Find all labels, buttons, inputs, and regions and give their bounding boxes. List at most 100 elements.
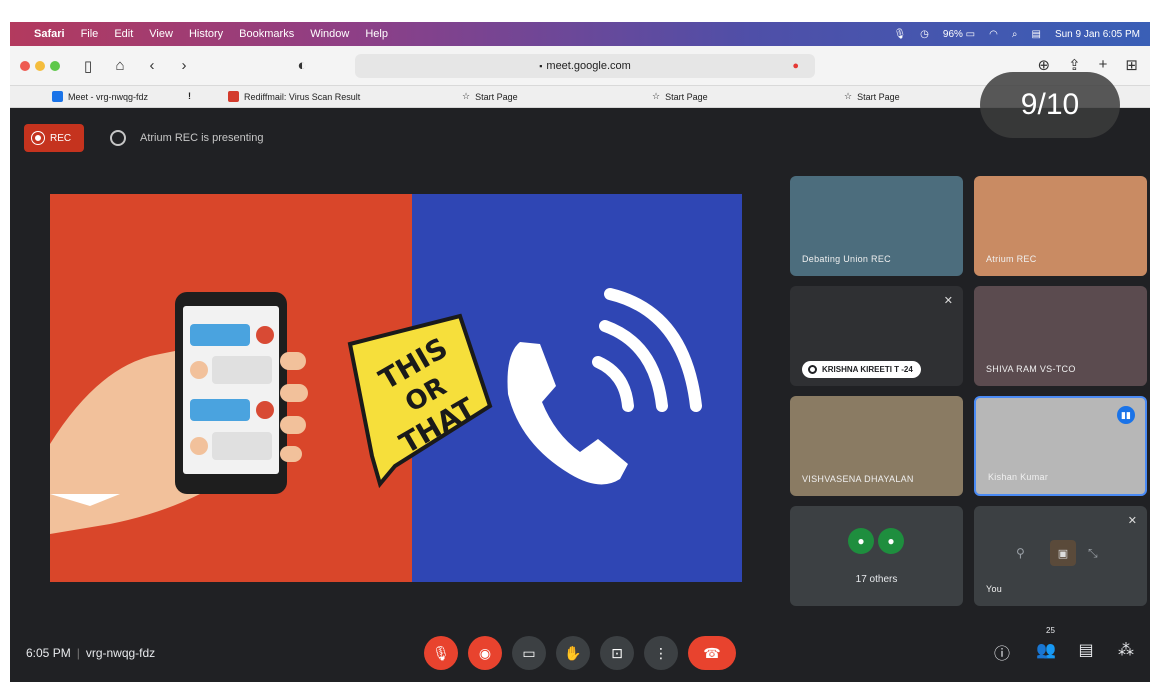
minimize-window-button[interactable] <box>35 60 45 71</box>
lock-icon: ▪ <box>539 61 543 71</box>
activities-button[interactable]: ⁂ <box>1114 640 1138 660</box>
presentation-stage: THIS OR THAT <box>50 194 742 582</box>
meeting-details-button[interactable]: ⓘ <box>990 640 1014 664</box>
meeting-time: 6:05 PM <box>26 646 71 660</box>
bookmark-start-page-3[interactable]: ☆ Start Page <box>844 91 900 102</box>
address-bar[interactable]: ▪ meet.google.com ● <box>355 54 815 78</box>
participant-name-badge: KRISHNA KIREETI T -24 <box>802 361 921 378</box>
spotlight-icon[interactable]: ⌕ <box>1012 29 1018 40</box>
chat-icon: ▤ <box>1078 642 1094 659</box>
menubar-status-area: 🎙 ◷ 96% ▭ ◠ ⌕ ▤ Sun 9 Jan 6:05 PM <box>893 29 1140 40</box>
menu-history[interactable]: History <box>189 28 223 40</box>
chat-bubble <box>190 399 250 421</box>
bookmark-rediffmail[interactable]: Rediffmail: Virus Scan Result <box>228 91 360 102</box>
address-url: meet.google.com <box>546 60 631 72</box>
others-avatar-icon: ● <box>848 528 874 554</box>
bookmark-label: Start Page <box>665 91 708 102</box>
mic-muted-icon: ✕ <box>943 295 953 307</box>
bookmark-label: Start Page <box>857 91 900 102</box>
more-options-button[interactable]: ⋮ <box>644 636 678 670</box>
sidebar-icon[interactable]: ▯ <box>79 57 97 75</box>
page-counter: 9/10 <box>980 72 1120 138</box>
menu-safari[interactable]: Safari <box>34 28 65 40</box>
browser-toolbar: ▯ ⌂ ‹ › ◐ ▪ meet.google.com ● ⊕ ⇪ + ⊞ <box>10 46 1150 86</box>
self-tile[interactable]: ✕ ⚲ ▣ ⤡ You <box>974 506 1147 606</box>
activities-icon: ⁂ <box>1118 642 1134 659</box>
control-center-icon[interactable]: ▤ <box>1031 29 1040 40</box>
meeting-info: 6:05 PM | vrg-nwqg-fdz <box>26 646 156 660</box>
mic-off-icon: 🎙 <box>432 644 450 661</box>
finger <box>280 416 306 434</box>
chat-bubble <box>212 432 272 460</box>
camera-toggle-button[interactable]: ◉ <box>468 636 502 670</box>
bookmark-start-page-1[interactable]: ☆ Start Page <box>462 91 518 102</box>
home-icon[interactable]: ⌂ <box>111 57 129 74</box>
chat-button[interactable]: ▤ <box>1074 640 1098 660</box>
finger <box>280 352 306 370</box>
rediffmail-favicon-icon <box>228 91 239 102</box>
star-icon: ☆ <box>462 91 471 101</box>
new-tab-icon[interactable]: + <box>1099 56 1108 74</box>
participant-tile[interactable]: VISHVASENA DHAYALAN <box>790 396 963 496</box>
bookmark-meet[interactable]: Meet - vrg-nwqg-fdz <box>52 91 148 102</box>
zoom-window-button[interactable] <box>50 60 60 71</box>
others-avatar-icon: ● <box>878 528 904 554</box>
meeting-code[interactable]: vrg-nwqg-fdz <box>86 646 155 660</box>
speaking-indicator-icon: ▮▮ <box>1117 406 1135 424</box>
participant-name: Kishan Kumar <box>988 472 1049 482</box>
end-call-icon: ☎ <box>703 644 721 661</box>
captions-icon: ▭ <box>522 644 536 661</box>
tab-alert-icon: ! <box>188 91 191 101</box>
menubar-datetime[interactable]: Sun 9 Jan 6:05 PM <box>1055 29 1140 40</box>
menu-help[interactable]: Help <box>365 28 388 40</box>
participants-count-badge: 25 <box>1046 626 1055 635</box>
participant-name: Atrium REC <box>986 254 1037 264</box>
menu-view[interactable]: View <box>149 28 173 40</box>
signal-wave-icon <box>592 356 634 412</box>
participant-name: VISHVASENA DHAYALAN <box>802 474 914 484</box>
chat-bubble <box>190 324 250 346</box>
menu-file[interactable]: File <box>81 28 99 40</box>
microphone-recording-icon[interactable]: ● <box>792 60 799 72</box>
finger <box>280 446 302 462</box>
participant-tile[interactable]: Atrium REC <box>974 176 1147 276</box>
participant-name: SHIVA RAM VS-TCO <box>986 364 1076 374</box>
participant-tile[interactable]: SHIVA RAM VS-TCO <box>974 286 1147 386</box>
menu-window[interactable]: Window <box>310 28 349 40</box>
microphone-icon[interactable]: 🎙 <box>893 29 906 40</box>
people-button[interactable]: 👥 <box>1034 640 1058 660</box>
wifi-icon[interactable]: ◠ <box>989 29 998 40</box>
recording-indicator[interactable]: REC <box>24 124 84 152</box>
info-icon: ⓘ <box>993 646 1010 663</box>
minimize-icon[interactable]: ⤡ <box>1088 546 1098 561</box>
back-icon[interactable]: ‹ <box>143 57 161 74</box>
privacy-shield-icon[interactable]: ◐ <box>293 57 311 74</box>
end-call-button[interactable]: ☎ <box>688 636 736 670</box>
chat-bubble <box>212 356 272 384</box>
participant-tile[interactable]: Debating Union REC <box>790 176 963 276</box>
participant-tile[interactable]: ✕ KRISHNA KIREETI T -24 <box>790 286 963 386</box>
raise-hand-button[interactable]: ✋ <box>556 636 590 670</box>
captions-button[interactable]: ▭ <box>512 636 546 670</box>
close-window-button[interactable] <box>20 60 30 71</box>
clock-icon[interactable]: ◷ <box>920 29 929 40</box>
battery-indicator[interactable]: 96% ▭ <box>943 29 975 40</box>
others-tile[interactable]: ● ● 17 others <box>790 506 963 606</box>
mic-toggle-button[interactable]: 🎙 <box>424 636 458 670</box>
menu-bookmarks[interactable]: Bookmarks <box>239 28 294 40</box>
bookmark-start-page-2[interactable]: ☆ Start Page <box>652 91 708 102</box>
pin-icon[interactable]: ⚲ <box>1016 546 1025 560</box>
participant-tile-speaking[interactable]: ▮▮ Kishan Kumar <box>974 396 1147 496</box>
recording-label: REC <box>50 132 72 144</box>
frame-icon[interactable]: ▣ <box>1050 540 1076 566</box>
star-icon: ☆ <box>844 91 853 101</box>
present-screen-icon: ⊡ <box>611 644 623 661</box>
chat-avatar <box>190 437 208 455</box>
bookmark-label: Rediffmail: Virus Scan Result <box>244 91 361 102</box>
present-button[interactable]: ⊡ <box>600 636 634 670</box>
tab-overview-icon[interactable]: ⊞ <box>1125 56 1138 74</box>
forward-icon[interactable]: › <box>175 57 193 74</box>
mic-muted-icon: ✕ <box>1127 515 1137 527</box>
meet-window: REC Atrium REC is presenting THIS OR THA… <box>10 108 1150 682</box>
menu-edit[interactable]: Edit <box>114 28 133 40</box>
